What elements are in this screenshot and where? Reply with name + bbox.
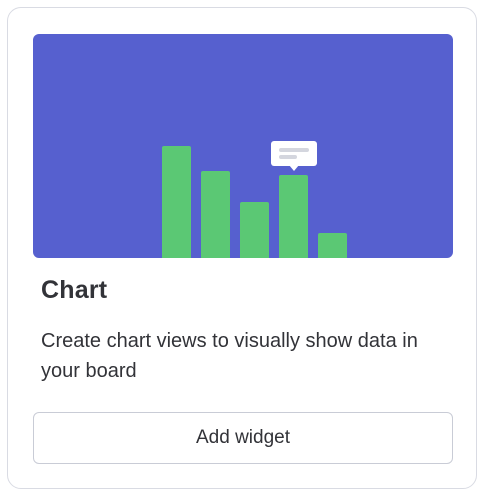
illustration-bar (201, 171, 230, 258)
chart-widget-card: Chart Create chart views to visually sho… (7, 7, 477, 489)
widget-description: Create chart views to visually show data… (41, 330, 418, 382)
chart-illustration (33, 34, 453, 258)
bar-chart-illustration-icon (162, 141, 347, 258)
add-widget-button[interactable]: Add widget (33, 412, 453, 464)
illustration-bar (162, 146, 191, 258)
illustration-bar (279, 175, 308, 258)
illustration-bar (240, 202, 269, 258)
tooltip-bubble-icon (271, 141, 317, 171)
widget-title: Chart (41, 276, 108, 304)
illustration-bar (318, 233, 347, 258)
